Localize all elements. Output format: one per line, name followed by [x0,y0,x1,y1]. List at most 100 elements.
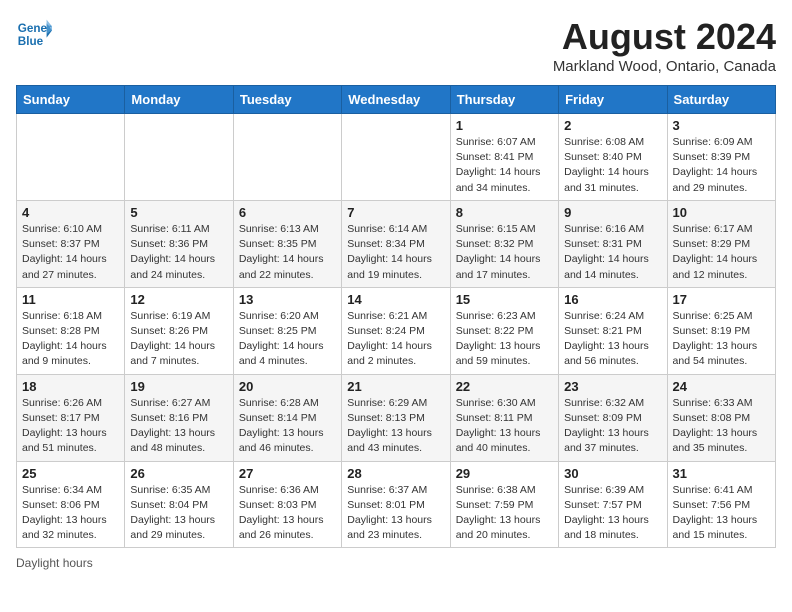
day-info: Sunrise: 6:19 AM Sunset: 8:26 PM Dayligh… [130,309,227,370]
day-number: 26 [130,466,227,481]
day-info: Sunrise: 6:41 AM Sunset: 7:56 PM Dayligh… [673,483,770,544]
day-cell: 26 Sunrise: 6:35 AM Sunset: 8:04 PM Dayli… [125,461,233,548]
day-info: Sunrise: 6:24 AM Sunset: 8:21 PM Dayligh… [564,309,661,370]
day-cell [125,114,233,201]
day-info: Sunrise: 6:27 AM Sunset: 8:16 PM Dayligh… [130,396,227,457]
day-cell: 22Sunrise: 6:30 AM Sunset: 8:11 PM Dayli… [450,374,558,461]
day-number: 31 [673,466,770,481]
day-number: 13 [239,292,336,307]
day-number: 23 [564,379,661,394]
day-number: 5 [130,205,227,220]
day-info: Sunrise: 6:09 AM Sunset: 8:39 PM Dayligh… [673,135,770,196]
day-number: 19 [130,379,227,394]
weekday-header-row: SundayMondayTuesdayWednesdayThursdayFrid… [17,86,776,114]
day-number: 3 [673,118,770,133]
day-cell: 28Sunrise: 6:37 AM Sunset: 8:01 PM Dayli… [342,461,450,548]
day-cell: 23 Sunrise: 6:32 AM Sunset: 8:09 PM Dayli… [559,374,667,461]
day-cell: 7 Sunrise: 6:14 AM Sunset: 8:34 PM Daylig… [342,200,450,287]
day-cell: 3 Sunrise: 6:09 AM Sunset: 8:39 PM Daylig… [667,114,775,201]
week-row-2: 11 Sunrise: 6:18 AM Sunset: 8:28 PM Dayli… [17,287,776,374]
day-cell: 21Sunrise: 6:29 AM Sunset: 8:13 PM Dayli… [342,374,450,461]
day-info: Sunrise: 6:23 AM Sunset: 8:22 PM Dayligh… [456,309,553,370]
week-row-4: 25Sunrise: 6:34 AM Sunset: 8:06 PM Dayli… [17,461,776,548]
day-info: Sunrise: 6:07 AM Sunset: 8:41 PM Dayligh… [456,135,553,196]
day-number: 2 [564,118,661,133]
logo: General Blue [16,16,52,52]
day-info: Sunrise: 6:26 AM Sunset: 8:17 PM Dayligh… [22,396,119,457]
day-cell: 30 Sunrise: 6:39 AM Sunset: 7:57 PM Dayli… [559,461,667,548]
day-number: 1 [456,118,553,133]
day-info: Sunrise: 6:13 AM Sunset: 8:35 PM Dayligh… [239,222,336,283]
logo-icon: General Blue [16,16,52,52]
day-cell: 20 Sunrise: 6:28 AM Sunset: 8:14 PM Dayli… [233,374,341,461]
day-info: Sunrise: 6:35 AM Sunset: 8:04 PM Dayligh… [130,483,227,544]
day-number: 27 [239,466,336,481]
day-cell: 1 Sunrise: 6:07 AM Sunset: 8:41 PM Daylig… [450,114,558,201]
day-info: Sunrise: 6:28 AM Sunset: 8:14 PM Dayligh… [239,396,336,457]
day-cell: 14Sunrise: 6:21 AM Sunset: 8:24 PM Dayli… [342,287,450,374]
day-info: Sunrise: 6:36 AM Sunset: 8:03 PM Dayligh… [239,483,336,544]
day-info: Sunrise: 6:20 AM Sunset: 8:25 PM Dayligh… [239,309,336,370]
footer: Daylight hours [16,556,776,570]
day-number: 20 [239,379,336,394]
day-number: 17 [673,292,770,307]
week-row-1: 4 Sunrise: 6:10 AM Sunset: 8:37 PM Daylig… [17,200,776,287]
weekday-header-monday: Monday [125,86,233,114]
weekday-header-sunday: Sunday [17,86,125,114]
day-cell: 13 Sunrise: 6:20 AM Sunset: 8:25 PM Dayli… [233,287,341,374]
day-number: 7 [347,205,444,220]
day-info: Sunrise: 6:25 AM Sunset: 8:19 PM Dayligh… [673,309,770,370]
day-number: 12 [130,292,227,307]
day-number: 6 [239,205,336,220]
day-cell [342,114,450,201]
day-cell: 29 Sunrise: 6:38 AM Sunset: 7:59 PM Dayli… [450,461,558,548]
day-info: Sunrise: 6:11 AM Sunset: 8:36 PM Dayligh… [130,222,227,283]
week-row-0: 1 Sunrise: 6:07 AM Sunset: 8:41 PM Daylig… [17,114,776,201]
svg-text:Blue: Blue [18,35,44,48]
day-cell: 17 Sunrise: 6:25 AM Sunset: 8:19 PM Dayli… [667,287,775,374]
day-number: 21 [347,379,444,394]
day-info: Sunrise: 6:39 AM Sunset: 7:57 PM Dayligh… [564,483,661,544]
day-cell: 4 Sunrise: 6:10 AM Sunset: 8:37 PM Daylig… [17,200,125,287]
day-number: 29 [456,466,553,481]
weekday-header-thursday: Thursday [450,86,558,114]
day-info: Sunrise: 6:08 AM Sunset: 8:40 PM Dayligh… [564,135,661,196]
day-cell: 11 Sunrise: 6:18 AM Sunset: 8:28 PM Dayli… [17,287,125,374]
day-cell: 6 Sunrise: 6:13 AM Sunset: 8:35 PM Daylig… [233,200,341,287]
day-number: 16 [564,292,661,307]
day-info: Sunrise: 6:33 AM Sunset: 8:08 PM Dayligh… [673,396,770,457]
day-cell: 16 Sunrise: 6:24 AM Sunset: 8:21 PM Dayli… [559,287,667,374]
day-info: Sunrise: 6:18 AM Sunset: 8:28 PM Dayligh… [22,309,119,370]
day-number: 24 [673,379,770,394]
day-info: Sunrise: 6:21 AM Sunset: 8:24 PM Dayligh… [347,309,444,370]
weekday-header-friday: Friday [559,86,667,114]
month-title: August 2024 [553,16,776,58]
day-number: 30 [564,466,661,481]
calendar: SundayMondayTuesdayWednesdayThursdayFrid… [16,85,776,548]
day-number: 10 [673,205,770,220]
day-cell: 2 Sunrise: 6:08 AM Sunset: 8:40 PM Daylig… [559,114,667,201]
day-cell: 24 Sunrise: 6:33 AM Sunset: 8:08 PM Dayli… [667,374,775,461]
day-info: Sunrise: 6:32 AM Sunset: 8:09 PM Dayligh… [564,396,661,457]
day-cell: 15 Sunrise: 6:23 AM Sunset: 8:22 PM Dayli… [450,287,558,374]
day-cell: 5 Sunrise: 6:11 AM Sunset: 8:36 PM Daylig… [125,200,233,287]
daylight-label: Daylight hours [16,556,93,570]
day-number: 4 [22,205,119,220]
day-info: Sunrise: 6:30 AM Sunset: 8:11 PM Dayligh… [456,396,553,457]
location: Markland Wood, Ontario, Canada [553,58,776,75]
week-row-3: 18Sunrise: 6:26 AM Sunset: 8:17 PM Dayli… [17,374,776,461]
day-number: 11 [22,292,119,307]
day-info: Sunrise: 6:16 AM Sunset: 8:31 PM Dayligh… [564,222,661,283]
day-info: Sunrise: 6:38 AM Sunset: 7:59 PM Dayligh… [456,483,553,544]
weekday-header-saturday: Saturday [667,86,775,114]
day-info: Sunrise: 6:14 AM Sunset: 8:34 PM Dayligh… [347,222,444,283]
day-number: 15 [456,292,553,307]
day-number: 25 [22,466,119,481]
day-cell: 8Sunrise: 6:15 AM Sunset: 8:32 PM Daylig… [450,200,558,287]
day-cell: 10 Sunrise: 6:17 AM Sunset: 8:29 PM Dayli… [667,200,775,287]
day-cell: 27 Sunrise: 6:36 AM Sunset: 8:03 PM Dayli… [233,461,341,548]
day-info: Sunrise: 6:10 AM Sunset: 8:37 PM Dayligh… [22,222,119,283]
day-info: Sunrise: 6:17 AM Sunset: 8:29 PM Dayligh… [673,222,770,283]
day-cell: 9Sunrise: 6:16 AM Sunset: 8:31 PM Daylig… [559,200,667,287]
day-cell [17,114,125,201]
